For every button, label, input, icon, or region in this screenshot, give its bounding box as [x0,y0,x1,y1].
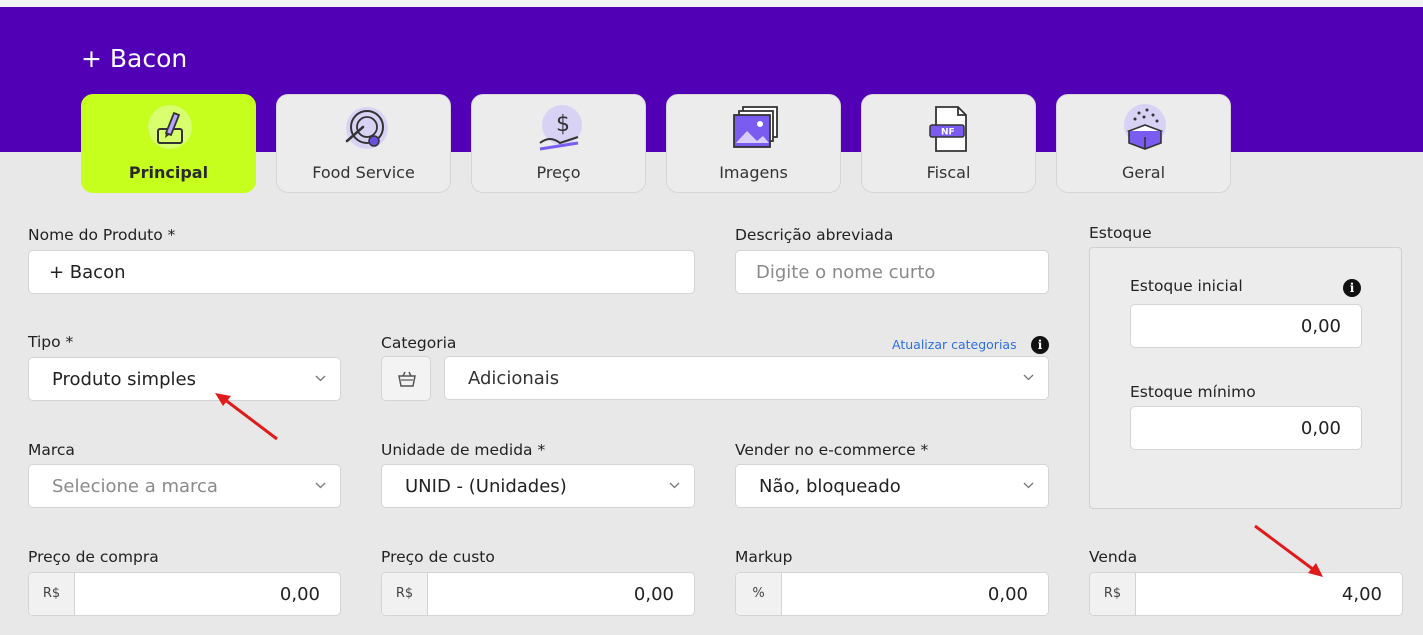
unidade-select[interactable]: UNID - (Unidades) [381,464,695,508]
tipo-select[interactable]: Produto simples [28,357,341,401]
page-title: + Bacon [81,44,188,73]
ecommerce-label: Vender no e-commerce * [735,441,929,459]
estoque-minimo-value: 0,00 [1300,418,1341,439]
ecommerce-select[interactable]: Não, bloqueado [735,464,1049,508]
currency-prefix: R$ [1090,573,1136,615]
chevron-down-icon [315,375,326,382]
tab-label: Geral [1121,163,1166,182]
tab-fiscal[interactable]: NF Fiscal [861,94,1036,193]
venda-input[interactable]: R$ 4,00 [1089,572,1403,616]
preco-compra-label: Preço de compra [28,548,159,566]
nome-produto-input[interactable]: + Bacon [28,250,695,294]
info-icon[interactable]: i [1343,279,1361,297]
plate-icon [345,107,388,149]
ecommerce-value: Não, bloqueado [759,476,901,497]
tab-imagens[interactable]: Imagens [666,94,841,193]
chevron-down-icon [1023,374,1034,381]
estoque-inicial-input[interactable]: 0,00 [1130,304,1362,348]
tipo-label: Tipo * [28,333,74,351]
descricao-input[interactable]: Digite o nome curto [735,250,1049,294]
chevron-down-icon [315,482,326,489]
marca-placeholder: Selecione a marca [52,476,218,497]
currency-prefix: R$ [29,573,75,615]
unidade-label: Unidade de medida * [381,441,546,459]
preco-compra-input[interactable]: R$ 0,00 [28,572,341,616]
estoque-minimo-input[interactable]: 0,00 [1130,406,1362,450]
descricao-placeholder: Digite o nome curto [756,262,936,283]
edit-icon [148,105,192,149]
estoque-minimo-label: Estoque mínimo [1130,383,1256,401]
categoria-value: Adicionais [468,368,560,389]
tipo-value: Produto simples [52,369,196,390]
preco-custo-value: 0,00 [633,584,674,605]
marca-label: Marca [28,441,75,459]
tab-food-service[interactable]: Food Service [276,94,451,193]
percent-prefix: % [736,573,782,615]
venda-label: Venda [1089,548,1138,566]
tab-label: Imagens [719,163,788,182]
tab-preco[interactable]: $ Preço [471,94,646,193]
categoria-label: Categoria [381,334,457,352]
currency-prefix: R$ [382,573,428,615]
tab-label: Food Service [312,163,415,182]
unidade-value: UNID - (Unidades) [405,476,567,497]
tab-label: Preço [536,163,581,182]
preco-custo-label: Preço de custo [381,548,495,566]
marca-select[interactable]: Selecione a marca [28,464,341,508]
svg-text:$: $ [556,112,570,137]
estoque-inicial-value: 0,00 [1300,316,1341,337]
tab-principal[interactable]: Principal [81,94,256,193]
estoque-inicial-label: Estoque inicial [1130,277,1243,295]
estoque-title: Estoque [1089,224,1152,242]
preco-compra-value: 0,00 [279,584,320,605]
category-basket-button[interactable] [381,356,431,401]
chevron-down-icon [669,482,680,489]
svg-text:NF: NF [941,128,955,138]
basket-icon [398,371,416,387]
images-icon [733,106,778,148]
price-hand-icon: $ [539,105,582,151]
venda-value: 4,00 [1341,584,1382,605]
nome-produto-label: Nome do Produto * [28,226,176,244]
tab-geral[interactable]: Geral [1056,94,1231,193]
annotation-arrow [1254,524,1323,577]
info-icon[interactable]: i [1031,336,1049,354]
descricao-label: Descrição abreviada [735,226,894,244]
categoria-select[interactable]: Adicionais [444,356,1049,400]
gift-box-icon [1124,104,1166,150]
markup-value: 0,00 [987,584,1028,605]
top-strip [0,0,1423,7]
atualizar-categorias-link[interactable]: Atualizar categorias [892,337,1017,352]
nf-document-icon: NF [929,106,967,152]
markup-label: Markup [735,548,793,566]
chevron-down-icon [1023,482,1034,489]
nome-produto-value: + Bacon [49,262,126,283]
preco-custo-input[interactable]: R$ 0,00 [381,572,695,616]
markup-input[interactable]: % 0,00 [735,572,1049,616]
tab-label: Principal [128,163,209,182]
tab-label: Fiscal [926,163,971,182]
